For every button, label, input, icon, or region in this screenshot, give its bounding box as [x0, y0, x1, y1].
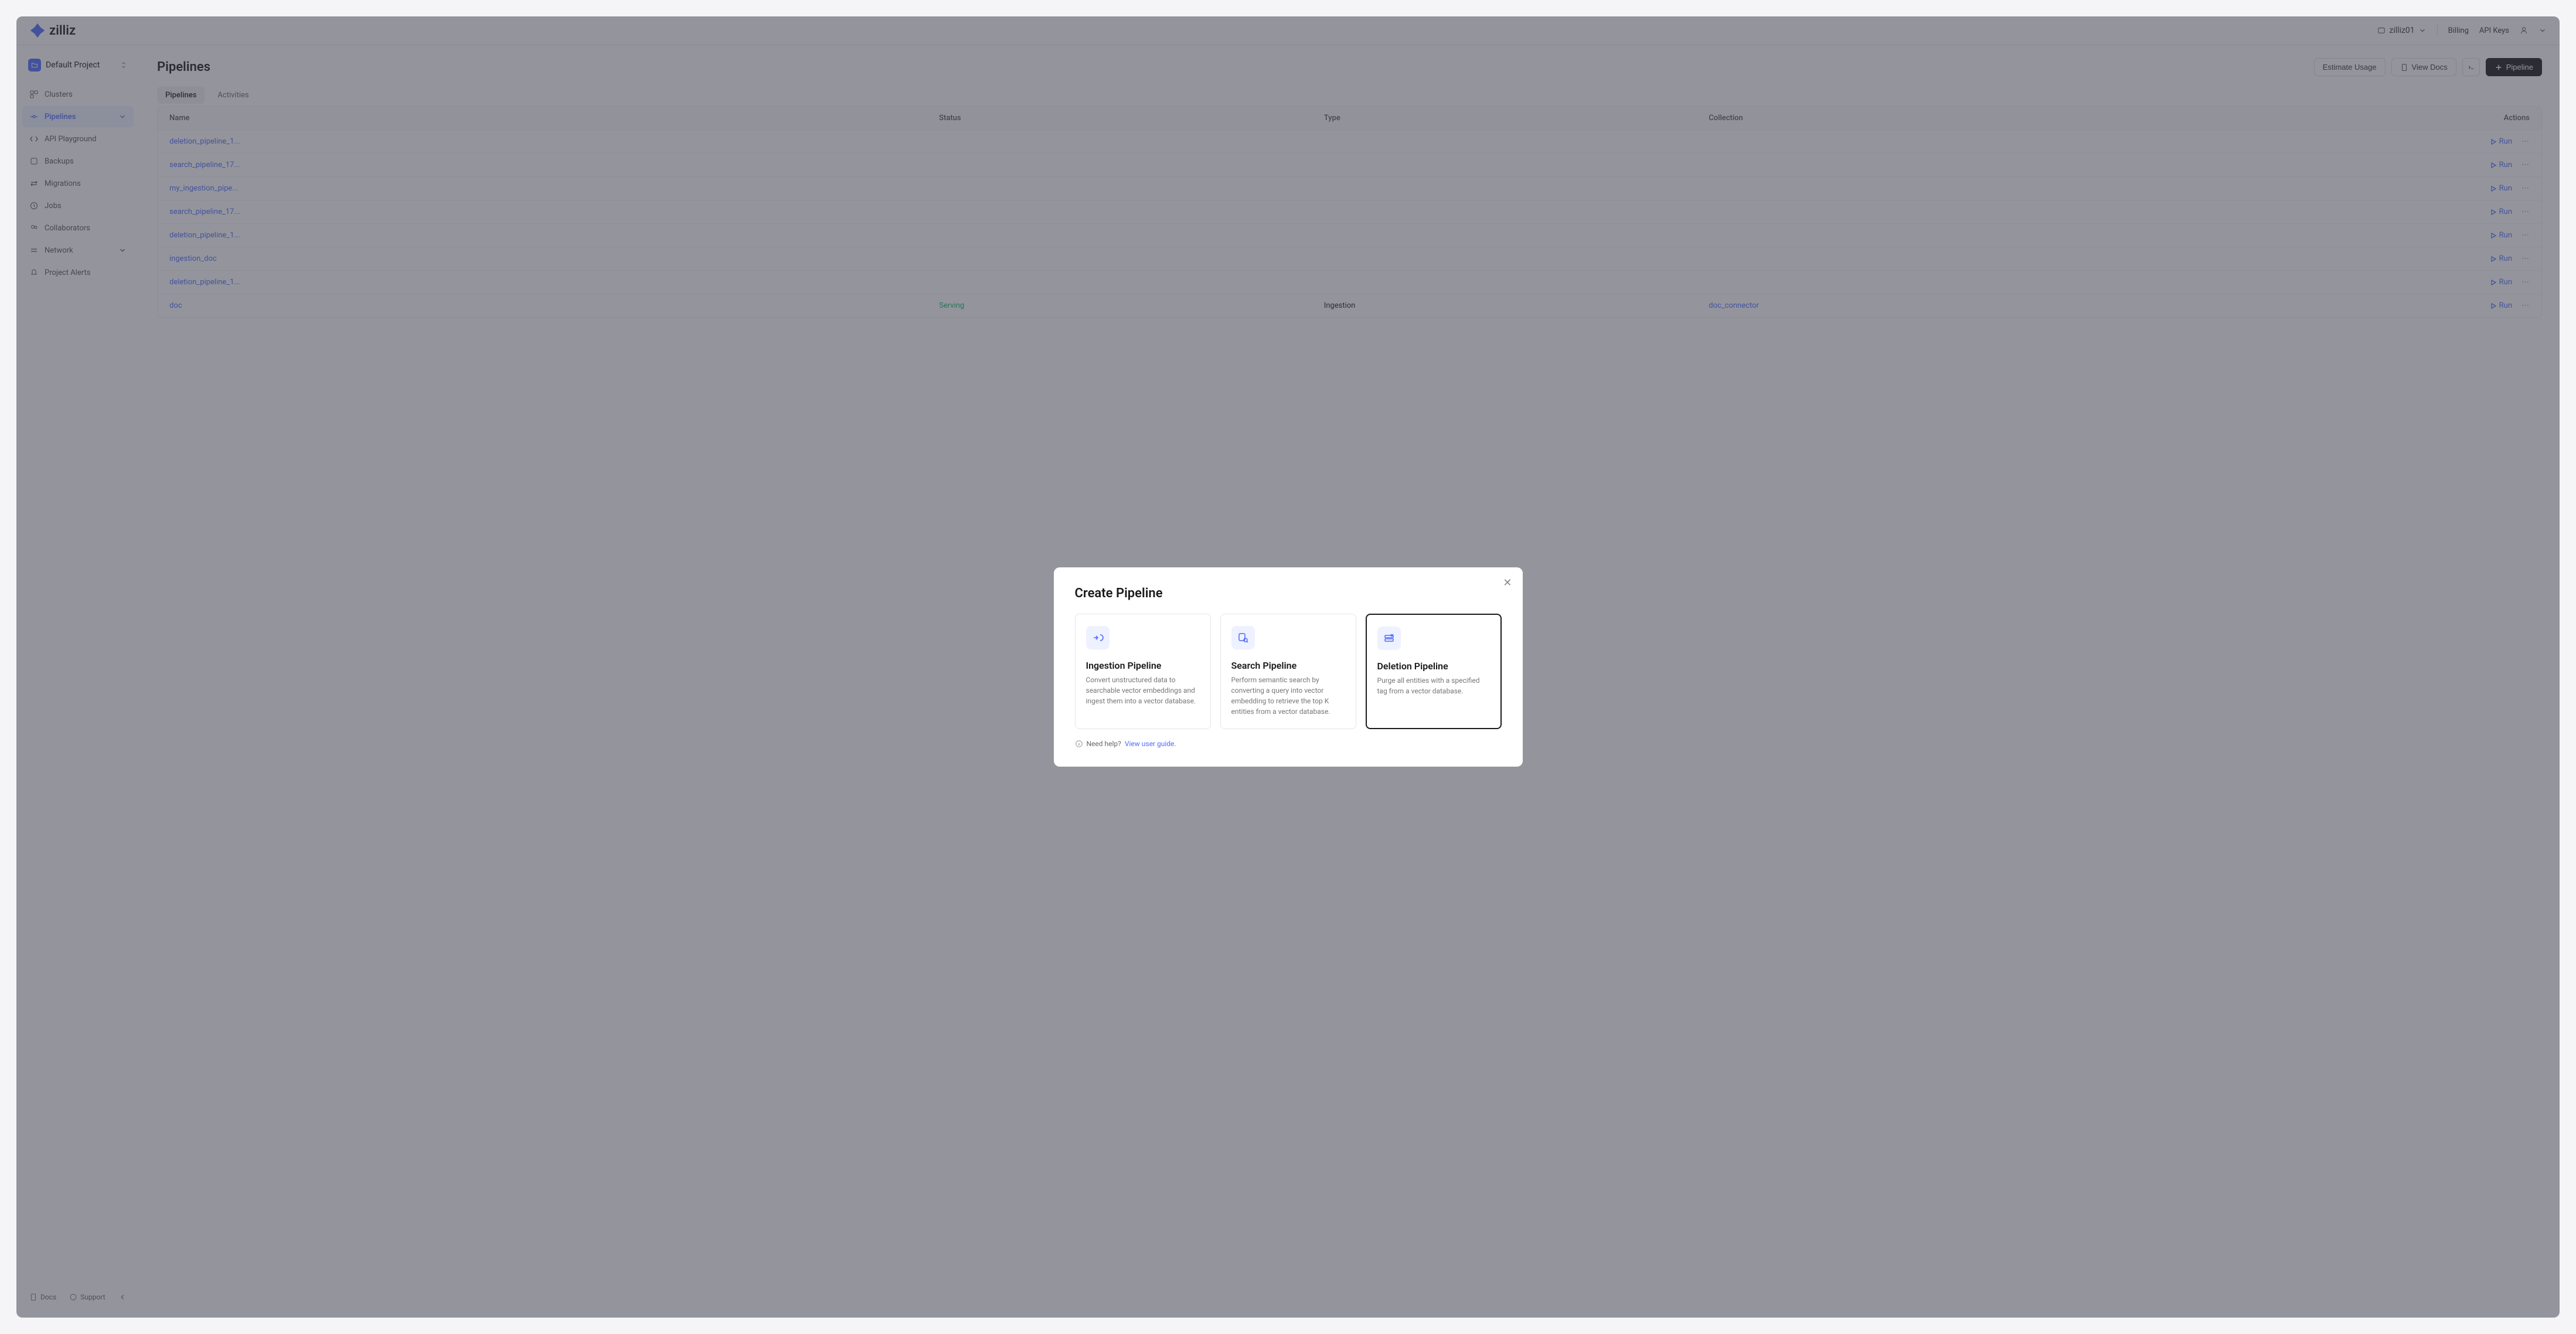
card-deletion-pipeline[interactable]: Deletion Pipeline Purge all entities wit… — [1366, 614, 1502, 729]
user-guide-link[interactable]: View user guide. — [1125, 740, 1176, 748]
info-icon — [1075, 740, 1083, 748]
close-icon[interactable]: ✕ — [1503, 577, 1512, 589]
search-icon — [1231, 626, 1255, 649]
card-search-pipeline[interactable]: Search Pipeline Perform semantic search … — [1220, 614, 1356, 729]
card-title: Search Pipeline — [1231, 660, 1345, 671]
card-desc: Perform semantic search by converting a … — [1231, 675, 1345, 717]
modal-overlay[interactable]: ✕ Create Pipeline Ingestion Pipeline Con… — [16, 16, 2560, 1318]
card-title: Deletion Pipeline — [1377, 661, 1490, 672]
help-prefix: Need help? — [1087, 740, 1121, 748]
help-text: Need help? View user guide. — [1075, 740, 1502, 748]
card-desc: Purge all entities with a specified tag … — [1377, 675, 1490, 696]
modal-title: Create Pipeline — [1075, 586, 1502, 601]
deletion-icon — [1377, 627, 1401, 650]
card-title: Ingestion Pipeline — [1086, 660, 1200, 671]
create-pipeline-modal: ✕ Create Pipeline Ingestion Pipeline Con… — [1054, 567, 1523, 767]
ingestion-icon — [1086, 626, 1110, 649]
card-desc: Convert unstructured data to searchable … — [1086, 675, 1200, 706]
card-ingestion-pipeline[interactable]: Ingestion Pipeline Convert unstructured … — [1075, 614, 1211, 729]
